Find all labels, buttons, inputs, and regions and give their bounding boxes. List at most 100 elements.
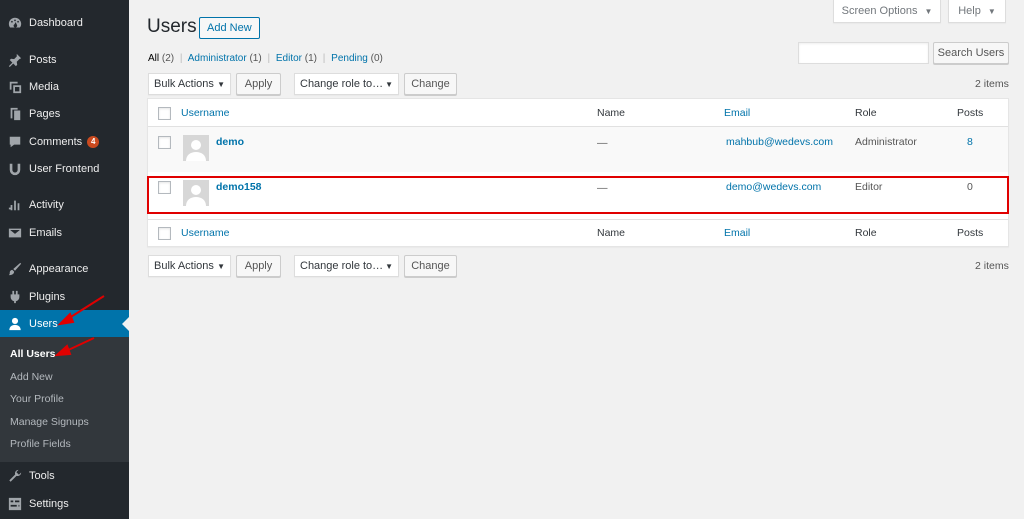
change-role-button-top[interactable]: Change [404, 73, 457, 95]
role-cell: Administrator [855, 136, 917, 148]
sidebar-item-pages[interactable]: Pages [0, 100, 129, 127]
column-username-footer[interactable]: Username [181, 227, 229, 239]
apply-button-bottom[interactable]: Apply [236, 255, 281, 277]
filter-administrator[interactable]: Administrator [188, 53, 247, 64]
user-role-filters: All (2) | Administrator (1) | Editor (1)… [148, 53, 383, 64]
submenu-your-profile[interactable]: Your Profile [10, 393, 64, 405]
sidebar-item-activity[interactable]: Activity [0, 191, 129, 218]
change-role-value: Change role to… [300, 260, 384, 272]
sidebar-item-label: Plugins [29, 290, 66, 303]
bulk-actions-select-top[interactable]: Bulk Actions ▼ [148, 73, 231, 95]
bulk-actions-value: Bulk Actions [154, 260, 214, 272]
filter-pending-count: (0) [370, 53, 383, 64]
email-link[interactable]: mahbub@wedevs.com [726, 136, 833, 148]
filter-pending[interactable]: Pending [331, 53, 368, 64]
caret-down-icon: ▼ [987, 6, 996, 16]
select-all-checkbox-footer[interactable] [158, 227, 171, 240]
bulk-actions-value: Bulk Actions [154, 78, 214, 90]
sidebar-item-label: Settings [29, 497, 69, 510]
submenu-profile-fields[interactable]: Profile Fields [10, 438, 71, 450]
username-link[interactable]: demo [216, 136, 244, 148]
sidebar-item-appearance[interactable]: Appearance [0, 255, 129, 282]
comment-count-badge: 4 [87, 135, 100, 148]
filter-separator: | [267, 53, 271, 64]
sidebar-item-label: Tools [29, 469, 55, 482]
sidebar-item-label: Dashboard [29, 16, 83, 29]
posts-count-link[interactable]: 8 [967, 136, 973, 148]
screen-options-button[interactable]: Screen Options ▼ [833, 0, 941, 23]
sidebar-item-comments[interactable]: Comments 4 [0, 128, 129, 155]
plugins-icon [8, 290, 22, 304]
column-posts: Posts [957, 107, 984, 119]
row-checkbox[interactable] [158, 181, 171, 194]
sidebar-item-label: Emails [29, 226, 63, 239]
filter-all-count: (2) [161, 53, 175, 64]
filter-all[interactable]: All [148, 53, 159, 64]
items-count-bottom: 2 items [975, 260, 1009, 272]
sidebar-item-user-frontend[interactable]: User Frontend [0, 155, 129, 182]
role-cell: Editor [855, 181, 883, 193]
email-icon [8, 226, 22, 240]
row-checkbox[interactable] [158, 136, 171, 149]
sidebar-item-label: User Frontend [29, 162, 100, 175]
change-role-select-top[interactable]: Change role to… ▼ [294, 73, 399, 95]
avatar-placeholder-icon [183, 135, 209, 161]
avatar [183, 135, 209, 161]
caret-down-icon: ▼ [385, 80, 393, 89]
sidebar-item-label: Media [29, 80, 59, 93]
submenu-all-users[interactable]: All Users [10, 348, 56, 360]
change-role-select-bottom[interactable]: Change role to… ▼ [294, 255, 399, 277]
user-frontend-icon [8, 162, 22, 176]
sidebar-item-tools[interactable]: Tools [0, 462, 129, 489]
sidebar-item-label: Comments [29, 135, 83, 148]
media-icon [8, 80, 22, 94]
sidebar-item-plugins[interactable]: Plugins [0, 283, 129, 310]
sidebar-item-emails[interactable]: Emails [0, 219, 129, 246]
filter-administrator-count: (1) [249, 53, 262, 64]
pin-icon [8, 53, 22, 67]
items-count-top: 2 items [975, 78, 1009, 90]
column-username[interactable]: Username [181, 107, 229, 119]
submenu-add-new[interactable]: Add New [10, 371, 53, 383]
sidebar-item-dashboard[interactable]: Dashboard [0, 9, 129, 36]
submenu-manage-signups[interactable]: Manage Signups [10, 416, 89, 428]
appearance-icon [8, 262, 22, 276]
settings-icon [8, 497, 22, 511]
help-label: Help [958, 5, 981, 17]
sidebar-item-users[interactable]: Users [0, 310, 129, 337]
change-role-button-bottom[interactable]: Change [404, 255, 457, 277]
sidebar-item-media[interactable]: Media [0, 73, 129, 100]
caret-down-icon: ▼ [924, 6, 933, 16]
select-all-checkbox[interactable] [158, 107, 171, 120]
caret-down-icon: ▼ [385, 262, 393, 271]
users-table: Username Name Email Role Posts demo — ma… [147, 98, 1009, 247]
bulk-actions-select-bottom[interactable]: Bulk Actions ▼ [148, 255, 231, 277]
comments-icon [8, 135, 22, 149]
add-new-user-button[interactable]: Add New [199, 17, 260, 39]
column-posts-footer: Posts [957, 227, 984, 239]
sidebar-item-label: Appearance [29, 262, 89, 275]
column-email-footer[interactable]: Email [724, 227, 750, 239]
help-button[interactable]: Help ▼ [948, 0, 1006, 23]
search-users-input[interactable] [798, 42, 929, 64]
posts-count: 0 [967, 181, 973, 193]
tools-icon [8, 469, 22, 483]
dashboard-icon [8, 16, 22, 30]
sidebar-item-label: Users [29, 317, 58, 330]
activity-icon [8, 198, 22, 212]
footer-divider [148, 219, 1008, 220]
filter-editor[interactable]: Editor [276, 53, 302, 64]
column-email[interactable]: Email [724, 107, 750, 119]
filter-separator: | [322, 53, 326, 64]
email-link[interactable]: demo@wedevs.com [726, 181, 821, 193]
apply-button-top[interactable]: Apply [236, 73, 281, 95]
change-role-value: Change role to… [300, 78, 384, 90]
sidebar-item-posts[interactable]: Posts [0, 46, 129, 73]
search-users-button[interactable]: Search Users [933, 42, 1009, 64]
username-link[interactable]: demo158 [216, 181, 262, 193]
caret-down-icon: ▼ [217, 80, 225, 89]
column-role-footer: Role [855, 227, 877, 239]
admin-sidebar: Dashboard Posts Media Pages Comments 4 U… [0, 0, 129, 519]
pages-icon [8, 107, 22, 121]
sidebar-item-settings[interactable]: Settings [0, 490, 129, 517]
